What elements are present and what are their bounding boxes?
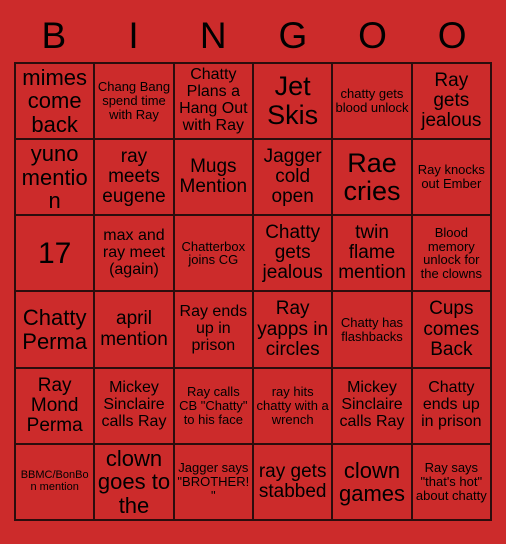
bingo-cell-r2-c5[interactable]: Rae cries bbox=[333, 140, 413, 217]
bingo-cell-r6-c1[interactable]: BBMC/BonBon mention bbox=[16, 444, 96, 521]
bingo-cell-label: yuno mention bbox=[21, 141, 88, 213]
bingo-cell-label: Rae cries bbox=[343, 147, 401, 207]
bingo-cell-label: Ray says "that's hot" about chatty bbox=[415, 460, 487, 503]
bingo-cell-label: ray hits chatty with a wrench bbox=[256, 384, 329, 427]
bingo-header-letter-3: G bbox=[278, 14, 308, 56]
bingo-cell-r2-c3[interactable]: Mugs Mention bbox=[174, 140, 254, 217]
bingo-cell-r6-c6[interactable]: Ray says "that's hot" about chatty bbox=[412, 444, 492, 521]
bingo-cell-r3-c6[interactable]: Blood memory unlock for the clowns bbox=[412, 216, 492, 293]
bingo-cell-r3-c3[interactable]: Chatterbox joins CG bbox=[174, 216, 254, 293]
bingo-card: B I N G O O mimes come back Chang Bang spend t… bbox=[0, 0, 506, 544]
bingo-cell-label: Ray Mond Perma bbox=[26, 374, 83, 436]
bingo-cell-label: clown games bbox=[338, 457, 406, 506]
bingo-cell-label: Cups comes Back bbox=[423, 298, 480, 360]
bingo-cell-r2-c2[interactable]: ray meets eugene bbox=[95, 140, 175, 217]
bingo-grid: mimes come back Chang Bang spend time wit… bbox=[14, 62, 492, 521]
bingo-cell-r4-c2[interactable]: april mention bbox=[95, 292, 175, 369]
bingo-cell-r1-c1[interactable]: mimes come back bbox=[16, 64, 96, 141]
bingo-cell-r6-c5[interactable]: clown games bbox=[333, 444, 413, 521]
bingo-cell-label: Jagger cold open bbox=[263, 146, 322, 208]
bingo-header: BINGOO bbox=[14, 8, 492, 62]
bingo-cell-r3-c2[interactable]: max and ray meet (again) bbox=[95, 216, 175, 293]
bingo-header-letter-0: B bbox=[41, 14, 67, 56]
bingo-cell-label: twin flame mention bbox=[338, 222, 406, 284]
bingo-cell-r5-c6[interactable]: Chatty ends up in prison bbox=[412, 368, 492, 445]
bingo-cell-label: Chang Bang spend time with Ray bbox=[97, 79, 171, 122]
bingo-cell-label: max and ray meet (again) bbox=[102, 226, 166, 278]
bingo-cell-r3-c5[interactable]: twin flame mention bbox=[333, 216, 413, 293]
bingo-cell-r5-c1[interactable]: Ray Mond Perma bbox=[16, 368, 96, 445]
bingo-cell-r5-c3[interactable]: Ray calls CB "Chatty" to his face bbox=[174, 368, 254, 445]
bingo-cell-label: Chatty gets jealous bbox=[262, 222, 323, 284]
bingo-cell-r2-c1[interactable]: yuno mention bbox=[16, 140, 96, 217]
bingo-cell-label: ray meets eugene bbox=[102, 146, 166, 208]
bingo-cell-r6-c4[interactable]: ray gets stabbed bbox=[254, 444, 334, 521]
bingo-cell-label: Jet Skis bbox=[267, 71, 319, 131]
bingo-cell-r4-c5[interactable]: Chatty has flashbacks bbox=[333, 292, 413, 369]
bingo-cell-label: Mugs Mention bbox=[179, 156, 248, 198]
bingo-header-letter-4: O bbox=[358, 14, 387, 56]
bingo-cell-label: Chatty Perma bbox=[22, 305, 88, 354]
bingo-cell-label: a clown goes to the ICU bbox=[97, 445, 171, 519]
bingo-cell-r1-c2[interactable]: Chang Bang spend time with Ray bbox=[95, 64, 175, 141]
bingo-cell-label: Ray ends up in prison bbox=[179, 303, 248, 355]
bingo-cell-r6-c2[interactable]: a clown goes to the ICU bbox=[95, 444, 175, 521]
bingo-cell-label: Mickey Sinclaire calls Ray bbox=[101, 379, 167, 431]
bingo-cell-r4-c1[interactable]: Chatty Perma bbox=[16, 292, 96, 369]
bingo-cell-label: Ray knocks out Ember bbox=[417, 162, 485, 192]
bingo-cell-r1-c4[interactable]: Jet Skis bbox=[254, 64, 334, 141]
bingo-cell-r1-c3[interactable]: Chatty Plans a Hang Out with Ray bbox=[174, 64, 254, 141]
bingo-cell-r1-c5[interactable]: chatty gets blood unlock bbox=[333, 64, 413, 141]
bingo-cell-r3-c4[interactable]: Chatty gets jealous bbox=[254, 216, 334, 293]
bingo-cell-r5-c4[interactable]: ray hits chatty with a wrench bbox=[254, 368, 334, 445]
bingo-cell-r2-c6[interactable]: Ray knocks out Ember bbox=[412, 140, 492, 217]
bingo-cell-label: Blood memory unlock for the clowns bbox=[420, 224, 483, 282]
bingo-cell-r6-c3[interactable]: Jagger says "BROTHER!" bbox=[174, 444, 254, 521]
bingo-cell-label: Ray calls CB "Chatty" to his face bbox=[179, 384, 248, 427]
bingo-cell-label: Mickey Sinclaire calls Ray bbox=[339, 379, 405, 431]
bingo-cell-label: 17 bbox=[37, 236, 72, 270]
bingo-cell-r1-c6[interactable]: Ray gets jealous bbox=[412, 64, 492, 141]
bingo-cell-label: Chatty has flashbacks bbox=[340, 314, 404, 344]
bingo-cell-label: Ray gets jealous bbox=[421, 69, 482, 132]
bingo-cell-label: Chatty ends up in prison bbox=[421, 379, 482, 431]
bingo-header-letter-1: I bbox=[128, 14, 139, 56]
bingo-cell-label: Chatty Plans a Hang Out with Ray bbox=[179, 66, 248, 135]
bingo-cell-label: Chatterbox joins CG bbox=[181, 238, 246, 268]
bingo-cell-label: chatty gets blood unlock bbox=[335, 86, 409, 116]
bingo-cell-r4-c3[interactable]: Ray ends up in prison bbox=[174, 292, 254, 369]
bingo-cell-label: april mention bbox=[100, 308, 168, 350]
bingo-cell-label: Jagger says "BROTHER!" bbox=[177, 460, 250, 503]
bingo-header-letter-2: N bbox=[199, 14, 227, 56]
bingo-cell-r5-c2[interactable]: Mickey Sinclaire calls Ray bbox=[95, 368, 175, 445]
bingo-header-letter-5: O bbox=[437, 14, 467, 56]
bingo-cell-r2-c4[interactable]: Jagger cold open bbox=[254, 140, 334, 217]
bingo-cell-r4-c6[interactable]: Cups comes Back bbox=[412, 292, 492, 369]
bingo-cell-label: ray gets stabbed bbox=[258, 460, 327, 502]
bingo-cell-r3-c1[interactable]: 17 bbox=[16, 216, 96, 293]
bingo-cell-label: BBMC/BonBon mention bbox=[20, 469, 89, 493]
bingo-cell-label: Ray yapps in circles bbox=[257, 298, 329, 360]
bingo-cell-label: mimes come back bbox=[22, 65, 88, 137]
bingo-cell-r4-c4[interactable]: Ray yapps in circles bbox=[254, 292, 334, 369]
bingo-cell-r5-c5[interactable]: Mickey Sinclaire calls Ray bbox=[333, 368, 413, 445]
